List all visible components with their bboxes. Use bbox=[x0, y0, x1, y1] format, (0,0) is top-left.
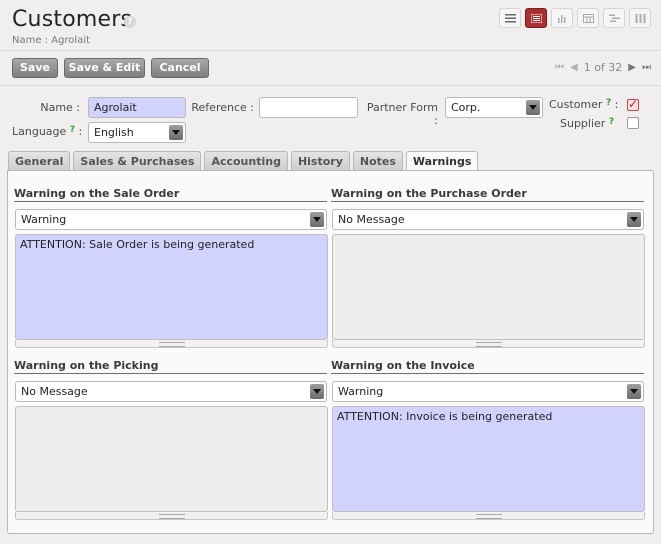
invoice-warning-message[interactable]: ATTENTION: Invoice is being generated bbox=[332, 406, 645, 512]
bar-chart-icon bbox=[558, 15, 566, 23]
page-title: Customers bbox=[12, 7, 133, 32]
sale-warning-select[interactable]: Warning bbox=[15, 209, 327, 230]
form-icon bbox=[531, 14, 542, 23]
supplier-label-text: Supplier bbox=[560, 117, 606, 130]
customer-label-text: Customer bbox=[549, 98, 603, 111]
sale-warning-title: Warning on the Sale Order bbox=[14, 187, 180, 200]
resize-handle[interactable] bbox=[15, 512, 328, 520]
separator bbox=[331, 373, 644, 374]
picking-warning-value: No Message bbox=[21, 385, 88, 398]
invoice-warning-value: Warning bbox=[338, 385, 384, 398]
name-label: Name : bbox=[40, 101, 80, 114]
partner-form-value: Corp. bbox=[451, 101, 481, 114]
list-icon bbox=[505, 14, 516, 23]
calendar-view-button[interactable] bbox=[577, 8, 599, 28]
sale-warning-message[interactable]: ATTENTION: Sale Order is being generated bbox=[15, 234, 328, 340]
purchase-warning-message[interactable] bbox=[332, 234, 645, 340]
colon: : bbox=[78, 125, 83, 138]
help-icon[interactable]: ? bbox=[606, 98, 611, 108]
pager-counter: 1 of 32 bbox=[583, 61, 623, 74]
notebook-tabs: General Sales & Purchases Accounting His… bbox=[8, 151, 479, 172]
header-divider bbox=[0, 50, 661, 51]
invoice-warning-title: Warning on the Invoice bbox=[331, 359, 475, 372]
chevron-down-icon bbox=[627, 212, 641, 227]
view-switcher bbox=[499, 8, 651, 28]
list-view-button[interactable] bbox=[499, 8, 521, 28]
picking-warning-message[interactable] bbox=[15, 406, 328, 512]
supplier-label: Supplier ? bbox=[560, 117, 614, 130]
invoice-warning-select[interactable]: Warning bbox=[332, 381, 644, 402]
colon: : bbox=[614, 98, 619, 111]
sale-warning-value: Warning bbox=[21, 213, 67, 226]
tab-notes[interactable]: Notes bbox=[352, 151, 403, 171]
language-value: English bbox=[94, 126, 134, 139]
tab-general[interactable]: General bbox=[8, 151, 71, 171]
name-field[interactable]: Agrolait bbox=[88, 97, 186, 118]
supplier-checkbox[interactable] bbox=[627, 117, 639, 129]
breadcrumb: Name : Agrolait bbox=[12, 35, 91, 46]
previous-record-icon[interactable]: ◀ bbox=[570, 62, 578, 73]
customer-checkbox[interactable] bbox=[627, 97, 639, 111]
help-icon[interactable]: ? bbox=[70, 125, 75, 135]
purchase-warning-select[interactable]: No Message bbox=[332, 209, 644, 230]
graph-view-button[interactable] bbox=[551, 8, 573, 28]
tab-sales-purchases[interactable]: Sales & Purchases bbox=[73, 151, 202, 171]
chevron-down-icon bbox=[310, 384, 324, 399]
separator bbox=[14, 373, 327, 374]
purchase-warning-title: Warning on the Purchase Order bbox=[331, 187, 527, 200]
last-record-icon[interactable]: ⏭ bbox=[642, 62, 651, 73]
reference-field[interactable] bbox=[259, 97, 358, 118]
first-record-icon[interactable]: ⏮ bbox=[555, 62, 564, 73]
form-view-button[interactable] bbox=[525, 8, 547, 28]
language-select[interactable]: English bbox=[88, 122, 186, 143]
language-label: Language ? : bbox=[12, 125, 82, 138]
gantt-view-button[interactable] bbox=[603, 8, 625, 28]
kanban-icon bbox=[635, 14, 646, 23]
resize-handle[interactable] bbox=[15, 340, 328, 348]
resize-handle[interactable] bbox=[332, 512, 645, 520]
chevron-down-icon bbox=[627, 384, 641, 399]
chevron-down-icon bbox=[169, 125, 183, 140]
picking-warning-select[interactable]: No Message bbox=[15, 381, 327, 402]
cancel-button[interactable]: Cancel bbox=[151, 58, 209, 78]
gantt-icon bbox=[609, 14, 620, 22]
resize-handle[interactable] bbox=[332, 340, 645, 348]
separator bbox=[14, 201, 327, 202]
chevron-down-icon bbox=[526, 100, 540, 115]
picking-warning-title: Warning on the Picking bbox=[14, 359, 159, 372]
help-icon[interactable]: ? bbox=[609, 117, 614, 127]
save-button[interactable]: Save bbox=[12, 58, 58, 78]
purchase-warning-value: No Message bbox=[338, 213, 405, 226]
partner-form-select[interactable]: Corp. bbox=[445, 97, 543, 118]
pager: ⏮ ◀ 1 of 32 ▶ ⏭ bbox=[555, 61, 651, 74]
save-and-edit-button[interactable]: Save & Edit bbox=[64, 58, 145, 78]
reference-label: Reference : bbox=[191, 101, 254, 114]
tab-accounting[interactable]: Accounting bbox=[204, 151, 288, 171]
chevron-down-icon bbox=[310, 212, 324, 227]
toolbar-divider bbox=[0, 85, 661, 86]
calendar-icon bbox=[583, 14, 594, 23]
kanban-view-button[interactable] bbox=[629, 8, 651, 28]
separator bbox=[331, 201, 644, 202]
tab-history[interactable]: History bbox=[290, 151, 350, 171]
tab-warnings[interactable]: Warnings bbox=[405, 151, 479, 172]
partner-form-label: Partner Form : bbox=[366, 101, 438, 127]
customer-label: Customer ? : bbox=[549, 98, 618, 111]
next-record-icon[interactable]: ▶ bbox=[628, 62, 636, 73]
help-icon[interactable]: ? bbox=[124, 16, 136, 28]
language-label-text: Language bbox=[12, 125, 67, 138]
